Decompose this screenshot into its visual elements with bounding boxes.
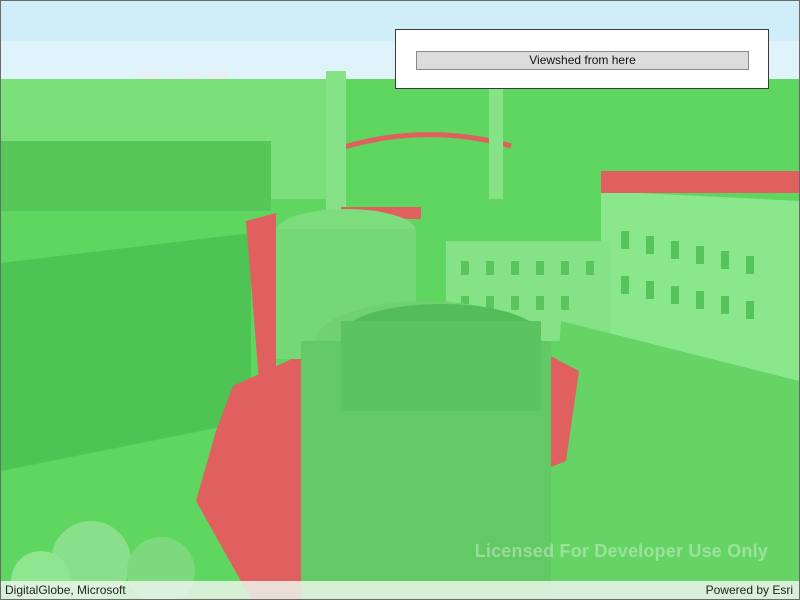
viewshed-scene[interactable] bbox=[1, 1, 799, 599]
viewshed-panel: Viewshed from here bbox=[395, 29, 769, 89]
attribution-bar: DigitalGlobe, Microsoft Powered by Esri bbox=[1, 581, 799, 599]
scene-view[interactable]: Viewshed from here Licensed For Develope… bbox=[0, 0, 800, 600]
viewshed-from-here-button[interactable]: Viewshed from here bbox=[416, 51, 749, 70]
attribution-text: DigitalGlobe, Microsoft bbox=[5, 583, 126, 597]
powered-by-esri[interactable]: Powered by Esri bbox=[706, 583, 793, 597]
license-watermark: Licensed For Developer Use Only bbox=[474, 541, 768, 561]
